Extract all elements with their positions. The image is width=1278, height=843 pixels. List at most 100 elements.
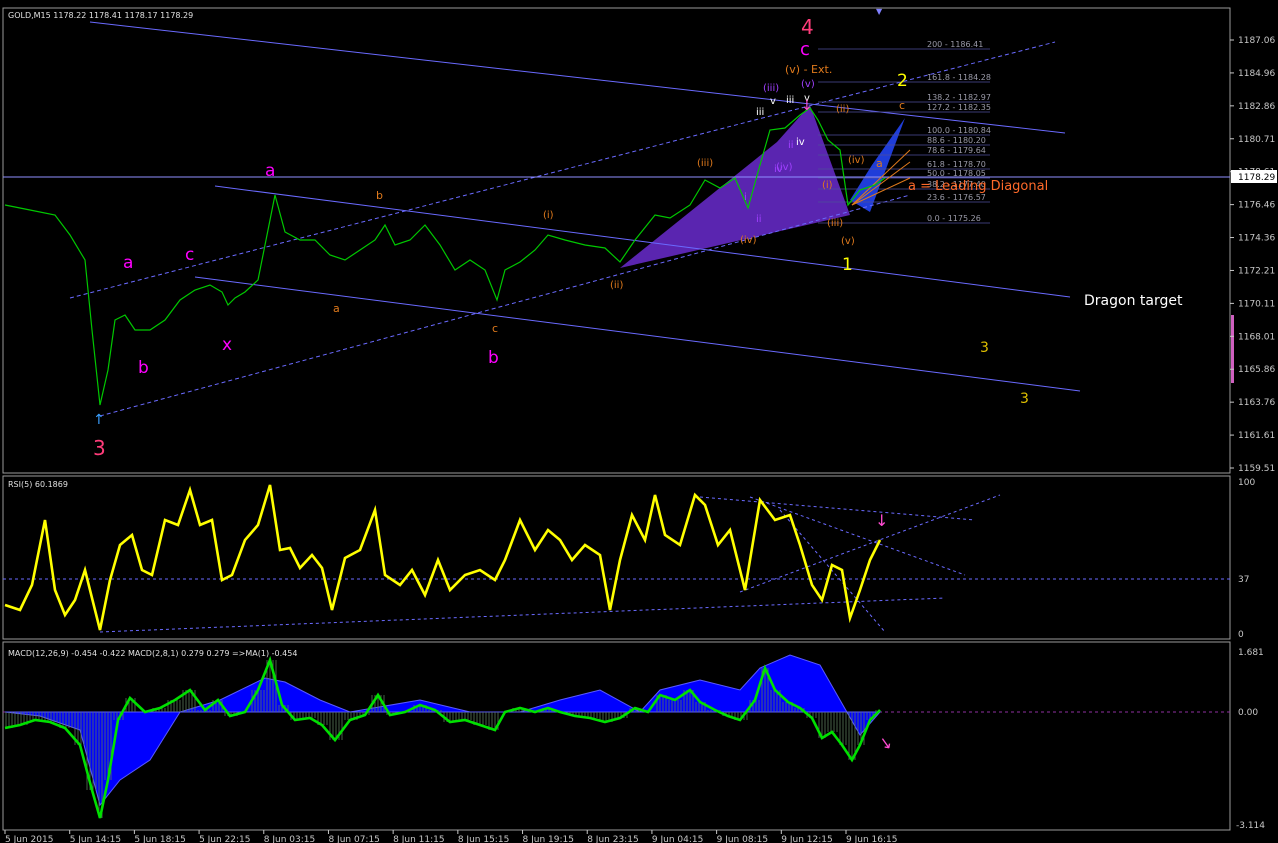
wave-label: v	[770, 96, 776, 107]
time-tick-label: 5 Jun 22:15	[199, 835, 250, 843]
fib-level-label: 88.6 - 1180.20	[927, 136, 986, 145]
wave-label: iii	[786, 95, 794, 106]
wave-label: a	[265, 161, 275, 181]
wave-label: i	[744, 192, 747, 203]
chart-canvas: 200 - 1186.41 161.8 - 1184.28 138.2 - 1182…	[2, 7, 1277, 843]
fib-lines: 200 - 1186.41 161.8 - 1184.28 138.2 - 1182…	[818, 40, 991, 224]
wave-label: (ii)	[836, 104, 849, 115]
macd-tick-zero: 0.00	[1238, 708, 1258, 718]
wave-label: b	[488, 348, 499, 368]
price-tick-label: 1165.86	[1238, 365, 1275, 375]
rsi-tick-0: 0	[1238, 630, 1244, 640]
fib-level-label: 23.6 - 1176.57	[927, 193, 986, 202]
time-tick-label: 8 Jun 15:15	[458, 835, 509, 843]
channel-line-lower	[194, 276, 1081, 392]
wave-label: x	[222, 335, 232, 355]
fib-level-label: 138.2 - 1182.97	[927, 93, 991, 102]
wave-label: (iv)	[848, 155, 865, 166]
wave-label: (iv)	[776, 162, 793, 173]
channel-line-mid	[214, 185, 1071, 298]
main-panel-frame	[2, 7, 1231, 474]
macd-title: MACD(12,26,9) -0.454 -0.422 MACD(2,8,1) …	[8, 649, 297, 658]
rsi-title: RSI(5) 60.1869	[8, 480, 68, 489]
time-tick-label: 5 Jun 2015	[5, 835, 53, 843]
fib-level-label: 61.8 - 1178.70	[927, 160, 986, 169]
time-tick-label: 8 Jun 07:15	[328, 835, 379, 843]
wave-label: 3	[1020, 391, 1029, 407]
wave-label: b	[138, 358, 149, 378]
rsi-tick-37: 37	[1238, 575, 1249, 585]
wave-label: ii	[788, 140, 794, 151]
fib-level-label: 200 - 1186.41	[927, 40, 983, 49]
scroll-marker[interactable]	[1231, 315, 1234, 383]
wave-label: (v)	[841, 236, 855, 247]
wave-label: (iii)	[763, 83, 779, 94]
price-axis: 1187.061184.961182.861180.711178.611176.…	[1230, 36, 1275, 474]
macd-tick-high: 1.681	[1238, 648, 1264, 658]
price-line	[4, 107, 886, 406]
wave-label: iii	[756, 107, 764, 118]
time-tick-label: 9 Jun 16:15	[846, 835, 897, 843]
price-tick-label: 1159.51	[1238, 464, 1275, 474]
time-tick-label: 8 Jun 23:15	[587, 835, 638, 843]
time-tick-label: 8 Jun 11:15	[393, 835, 444, 843]
macd-arrow-icon: ↓	[875, 732, 897, 755]
macd-signal-area	[4, 654, 882, 807]
rsi-tick-100: 100	[1238, 478, 1255, 488]
price-tick-label: 1182.86	[1238, 102, 1275, 112]
wave-label: a	[333, 302, 340, 315]
fib-level-label: 0.0 - 1175.26	[927, 214, 981, 223]
wave-label: (iv)	[740, 235, 757, 246]
macd-tick-low: -3.114	[1236, 821, 1265, 831]
price-tick-label: 1168.01	[1238, 332, 1275, 342]
price-tick-label: 1180.71	[1238, 135, 1275, 145]
price-tick-label: 1170.11	[1238, 299, 1275, 309]
wave-label: c	[899, 99, 905, 112]
rsi-arrow-icon: ↓	[875, 511, 888, 530]
fib-level-label: 100.0 - 1180.84	[927, 126, 991, 135]
time-tick-label: 8 Jun 19:15	[523, 835, 574, 843]
wave-label: b	[376, 189, 383, 202]
extension-label: (v) - Ext.	[785, 63, 832, 76]
wave-label: a	[123, 253, 133, 273]
leading-diagonal-label: a = Leading Diagonal	[908, 179, 1048, 194]
fib-level-label: 78.6 - 1179.64	[927, 146, 986, 155]
time-tick-label: 8 Jun 03:15	[264, 835, 315, 843]
wave-label: c	[492, 322, 498, 335]
dragon-target-label: Dragon target	[1084, 293, 1183, 309]
wave-label: ii	[756, 214, 762, 225]
wave-label: c	[185, 245, 194, 265]
wave-label: 1	[842, 255, 853, 275]
wave-label: c	[800, 39, 810, 60]
down-arrow-icon: ↓	[801, 98, 813, 114]
wave-label: 3	[93, 436, 106, 460]
price-tick-label: 1172.21	[1238, 266, 1275, 276]
price-tick-label: 1187.06	[1238, 36, 1275, 46]
fib-level-label: 50.0 - 1178.05	[927, 169, 986, 178]
time-tick-label: 9 Jun 04:15	[652, 835, 703, 843]
price-tick-label: 1184.96	[1238, 69, 1275, 79]
wave-label: (v)	[801, 79, 815, 90]
price-tick-label: 1161.61	[1238, 431, 1275, 441]
fib-level-label: 127.2 - 1182.35	[927, 103, 991, 112]
wave-label: iv	[796, 137, 805, 148]
wave-label: 2	[897, 71, 908, 91]
price-tick-label: 1163.76	[1238, 398, 1275, 408]
wave-label: (iii)	[697, 158, 713, 169]
wave-label: (ii)	[610, 280, 623, 291]
time-tick-label: 5 Jun 18:15	[134, 835, 185, 843]
time-tick-label: 9 Jun 08:15	[717, 835, 768, 843]
wave-label: (i)	[822, 180, 833, 191]
time-tick-label: 5 Jun 14:15	[70, 835, 121, 843]
channel-lines	[3, 21, 1230, 417]
wave-label: 4	[801, 15, 814, 39]
time-axis: 5 Jun 2015 5 Jun 14:15 5 Jun 18:15 5 Jun 22…	[4, 830, 897, 843]
wave-label: (iii)	[827, 218, 843, 229]
macd-panel-frame	[2, 641, 1231, 831]
shift-marker-icon[interactable]: ▼	[876, 7, 883, 16]
price-tick-label: 1174.36	[1238, 234, 1275, 244]
wave-label: a	[876, 157, 883, 170]
main-title: GOLD,M15 1178.22 1178.41 1178.17 1178.29	[8, 11, 193, 20]
wave-label: (i)	[543, 210, 554, 221]
up-arrow-icon: ↑	[93, 412, 105, 428]
